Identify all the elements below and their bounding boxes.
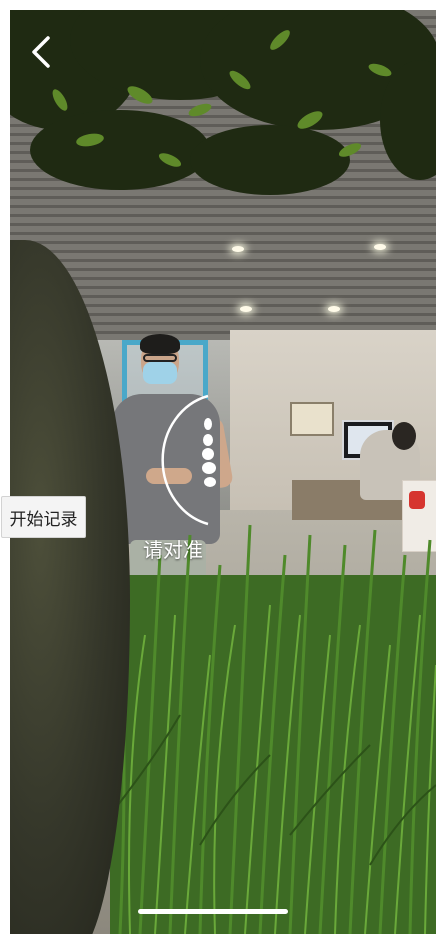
ceiling-light [240, 306, 252, 312]
chevron-left-icon [32, 36, 50, 68]
notice-board [290, 402, 334, 436]
ar-grass [110, 524, 436, 934]
home-indicator[interactable] [138, 909, 288, 914]
office-worker-head [392, 422, 416, 450]
ar-camera-view [10, 10, 436, 934]
ceiling-light [232, 246, 244, 252]
ar-tree-foliage [10, 10, 436, 195]
start-record-button[interactable]: 开始记录 [1, 496, 86, 538]
ceiling-light [374, 244, 386, 250]
alignment-guide-arc [161, 394, 216, 526]
back-button[interactable] [24, 34, 60, 70]
align-hint-label: 请对准 [143, 538, 203, 562]
ceiling-light [328, 306, 340, 312]
